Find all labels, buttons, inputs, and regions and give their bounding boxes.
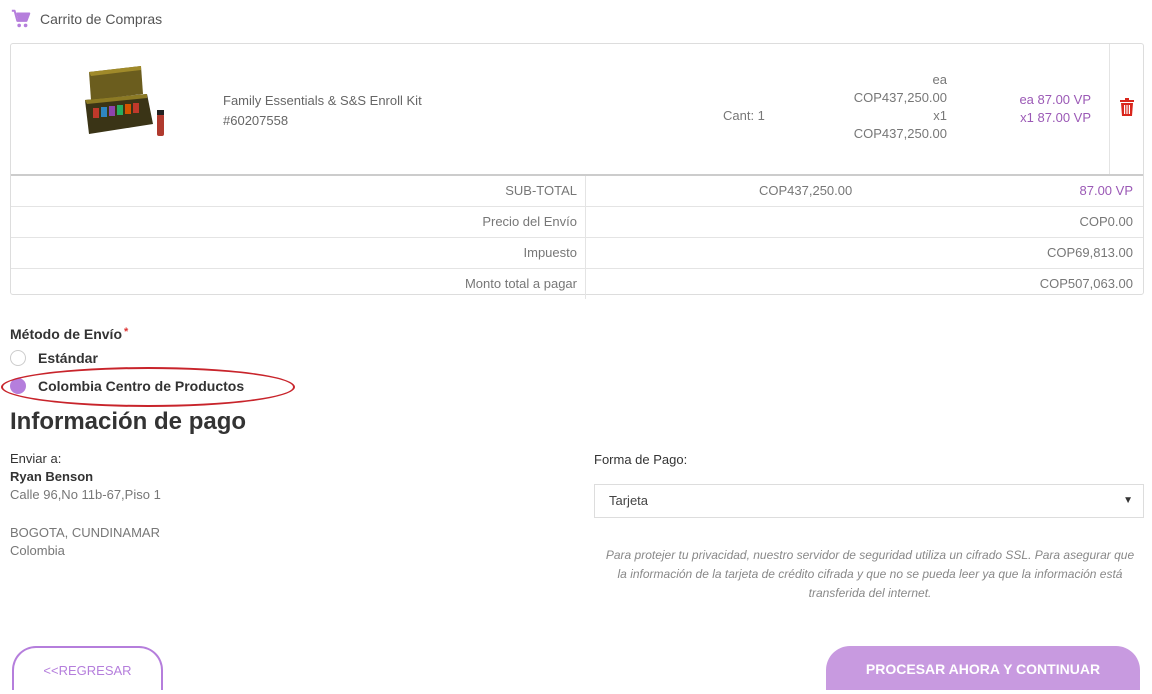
product-name: Family Essentials & S&S Enroll Kit [223, 93, 422, 108]
shipping-option-colombia-center[interactable]: Colombia Centro de Productos [10, 378, 244, 394]
product-volume-points: ea 87.00 VP x1 87.00 VP [993, 91, 1091, 127]
price-each-label: ea [932, 72, 947, 87]
product-price: ea COP437,250.00 x1 COP437,250.00 [837, 71, 947, 143]
shipping-value: COP0.00 [1079, 214, 1133, 229]
shipping-option-standard[interactable]: Estándar [10, 350, 98, 366]
ship-to-label: Enviar a: [10, 451, 62, 466]
tax-label: Impuesto [11, 238, 586, 268]
back-button[interactable]: <<REGRESAR [12, 646, 163, 690]
shipping-method-text: Método de Envío [10, 326, 122, 342]
product-quantity: Cant: 1 [723, 108, 765, 123]
cart-panel: Family Essentials & S&S Enroll Kit #6020… [10, 43, 1144, 299]
trash-icon[interactable] [1120, 98, 1134, 116]
recipient-name: Ryan Benson [10, 469, 94, 484]
shipping-option-label: Estándar [38, 350, 98, 366]
required-mark: * [124, 326, 129, 338]
payment-method-select[interactable]: Tarjeta ▼ [594, 484, 1144, 518]
subtotal-value: COP437,250.00 [759, 183, 853, 198]
cart-header: Carrito de Compras [10, 8, 162, 30]
subtotal-vp: 87.00 VP [1079, 183, 1134, 198]
shipping-label: Precio del Envío [11, 207, 586, 237]
caret-down-icon: ▼ [1123, 495, 1133, 506]
subtotal-row: SUB-TOTAL COP437,250.00 87.00 VP [11, 176, 1143, 207]
shopping-cart-icon [11, 9, 31, 28]
payment-method-label: Forma de Pago: [594, 452, 688, 467]
vp-total: x1 87.00 VP [1020, 110, 1091, 125]
product-info: Family Essentials & S&S Enroll Kit #6020… [223, 91, 422, 131]
product-sku: #60207558 [223, 113, 289, 128]
price-multiplier: x1 [933, 108, 947, 123]
radio-standard[interactable] [10, 350, 26, 366]
total-label: Monto total a pagar [11, 269, 586, 299]
vp-each: ea 87.00 VP [1019, 92, 1091, 107]
payment-heading: Información de pago [10, 408, 247, 435]
product-image[interactable] [81, 64, 171, 146]
tax-row: Impuesto COP69,813.00 [11, 238, 1143, 269]
ssl-notice: Para protejer tu privacidad, nuestro ser… [605, 548, 1135, 600]
delete-column [1109, 44, 1145, 174]
totals-table: SUB-TOTAL COP437,250.00 87.00 VP Precio … [11, 174, 1143, 299]
process-continue-button[interactable]: PROCESAR AHORA Y CONTINUAR [826, 646, 1140, 690]
shipping-row: Precio del Envío COP0.00 [11, 207, 1143, 238]
cart-item-row: Family Essentials & S&S Enroll Kit #6020… [11, 44, 1143, 174]
country: Colombia [10, 543, 65, 558]
shipping-option-label: Colombia Centro de Productos [38, 378, 245, 394]
ship-to-block: Enviar a: Ryan Benson Calle 96,No 11b-67… [10, 450, 161, 560]
payment-method-value: Tarjeta [609, 493, 649, 508]
cart-title: Carrito de Compras [40, 11, 163, 27]
price-each: COP437,250.00 [853, 90, 947, 105]
total-row: Monto total a pagar COP507,063.00 [11, 269, 1143, 299]
total-value: COP507,063.00 [1039, 276, 1133, 291]
price-total: COP437,250.00 [853, 126, 947, 141]
radio-colombia-center[interactable] [10, 378, 26, 394]
shipping-method-label: Método de Envío * [10, 326, 128, 342]
tax-value: COP69,813.00 [1046, 245, 1133, 260]
subtotal-label: SUB-TOTAL [11, 176, 586, 206]
address-line: Calle 96,No 11b-67,Piso 1 [10, 487, 161, 502]
city-line: BOGOTA, CUNDINAMAR [10, 525, 160, 540]
